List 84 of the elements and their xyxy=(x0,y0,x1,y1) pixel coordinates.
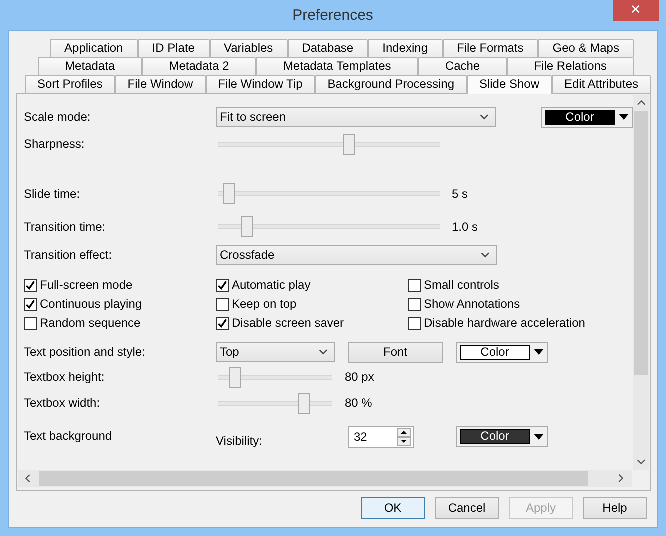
scroll-right-icon[interactable] xyxy=(618,474,624,483)
tab[interactable]: Edit Attributes xyxy=(552,75,651,93)
spin-down-icon[interactable] xyxy=(397,437,411,446)
value-text: 80 % xyxy=(345,396,372,410)
field-label: Sharpness: xyxy=(24,137,86,151)
checkbox[interactable] xyxy=(24,316,37,330)
color-button[interactable]: Color xyxy=(456,426,548,447)
tab[interactable]: Slide Show xyxy=(466,75,552,94)
vertical-scrollbar[interactable] xyxy=(633,95,649,470)
tab[interactable]: Geo & Maps xyxy=(538,39,634,57)
slider-thumb[interactable] xyxy=(229,366,242,388)
scroll-left-icon[interactable] xyxy=(25,474,31,483)
checkbox[interactable] xyxy=(216,278,229,292)
field-label: Visibility: xyxy=(216,433,264,448)
checkbox-label: Random sequence xyxy=(40,316,141,330)
chevron-down-icon xyxy=(319,349,328,355)
slider-thumb[interactable] xyxy=(298,392,310,414)
field-label: Scale mode: xyxy=(24,110,92,124)
tab[interactable]: File Formats xyxy=(442,39,538,57)
tab[interactable]: Metadata Templates xyxy=(256,57,418,75)
checkbox-label: Keep on top xyxy=(232,297,297,311)
horizontal-scrollbar[interactable] xyxy=(18,470,632,487)
checkbox[interactable] xyxy=(408,298,421,310)
slider-thumb[interactable] xyxy=(223,183,236,204)
tab[interactable]: Metadata 2 xyxy=(142,57,256,75)
checkbox[interactable] xyxy=(24,298,37,310)
field-label: Textbox height: xyxy=(24,370,106,384)
dropdown[interactable]: Top xyxy=(216,342,335,362)
checkbox-label: Disable screen saver xyxy=(232,316,344,330)
value-text: 80 px xyxy=(345,370,374,384)
tab[interactable]: ID Plate xyxy=(138,39,210,57)
checkbox-label: Continuous playing xyxy=(40,297,142,311)
chevron-down-icon xyxy=(480,114,490,120)
tab[interactable]: Variables xyxy=(210,39,288,57)
field-label: Textbox width: xyxy=(24,396,102,410)
dropdown[interactable]: Crossfade xyxy=(216,245,497,265)
tab[interactable]: Background Processing xyxy=(315,75,467,93)
number-field[interactable]: 32 xyxy=(348,426,414,448)
checkbox-label: Full-screen mode xyxy=(40,278,133,292)
chevron-down-icon xyxy=(481,252,490,258)
field-label: Slide time: xyxy=(24,186,82,200)
dropdown-arrow-icon xyxy=(619,114,629,120)
checkbox[interactable] xyxy=(408,316,421,330)
scrollbar-thumb[interactable] xyxy=(39,471,588,486)
tab[interactable]: Application xyxy=(50,39,138,57)
checkbox-label: Small controls xyxy=(424,278,500,292)
dialog-button[interactable]: Help xyxy=(583,497,647,519)
slider-thumb[interactable] xyxy=(240,216,253,237)
dialog-button[interactable]: OK xyxy=(361,497,425,519)
dropdown-arrow-icon xyxy=(534,349,544,355)
field-label: Text background xyxy=(24,428,114,443)
field-label: Transition effect: xyxy=(24,248,114,262)
tab[interactable]: Database xyxy=(288,39,368,57)
checkbox[interactable] xyxy=(216,316,229,330)
dropdown-arrow-icon xyxy=(534,434,544,440)
tab[interactable]: Cache xyxy=(418,57,508,75)
dropdown[interactable]: Fit to screen xyxy=(216,107,496,127)
tab[interactable]: File Window Tip xyxy=(206,75,316,93)
field-label: Text position and style: xyxy=(24,345,146,359)
spin-up-icon[interactable] xyxy=(397,428,411,437)
field-label: Transition time: xyxy=(24,220,107,234)
value-text: 5 s xyxy=(452,186,468,200)
tab[interactable]: File Relations xyxy=(507,57,634,75)
font-button[interactable]: Font xyxy=(348,342,443,362)
checkbox-label: Show Annotations xyxy=(424,297,520,311)
checkbox[interactable] xyxy=(216,298,229,310)
checkbox-label: Automatic play xyxy=(232,278,311,292)
value-text: 1.0 s xyxy=(452,220,478,234)
scroll-down-icon[interactable] xyxy=(636,459,646,465)
tab[interactable]: File Window xyxy=(115,75,206,93)
checkbox[interactable] xyxy=(24,278,37,292)
color-button[interactable]: Color xyxy=(456,342,548,362)
dialog-button[interactable]: Cancel xyxy=(435,497,499,519)
tab[interactable]: Metadata xyxy=(38,57,142,75)
slider-thumb[interactable] xyxy=(342,134,355,154)
color-button[interactable]: Color xyxy=(541,106,633,128)
checkbox-label: Disable hardware acceleration xyxy=(424,316,586,330)
scrollbar-thumb[interactable] xyxy=(634,111,648,375)
close-button[interactable]: ✕ xyxy=(613,0,659,21)
scroll-up-icon[interactable] xyxy=(636,100,646,106)
window-title: Preferences xyxy=(292,6,374,24)
checkbox[interactable] xyxy=(408,278,421,292)
tab[interactable]: Sort Profiles xyxy=(25,75,116,93)
tab[interactable]: Indexing xyxy=(368,39,443,57)
